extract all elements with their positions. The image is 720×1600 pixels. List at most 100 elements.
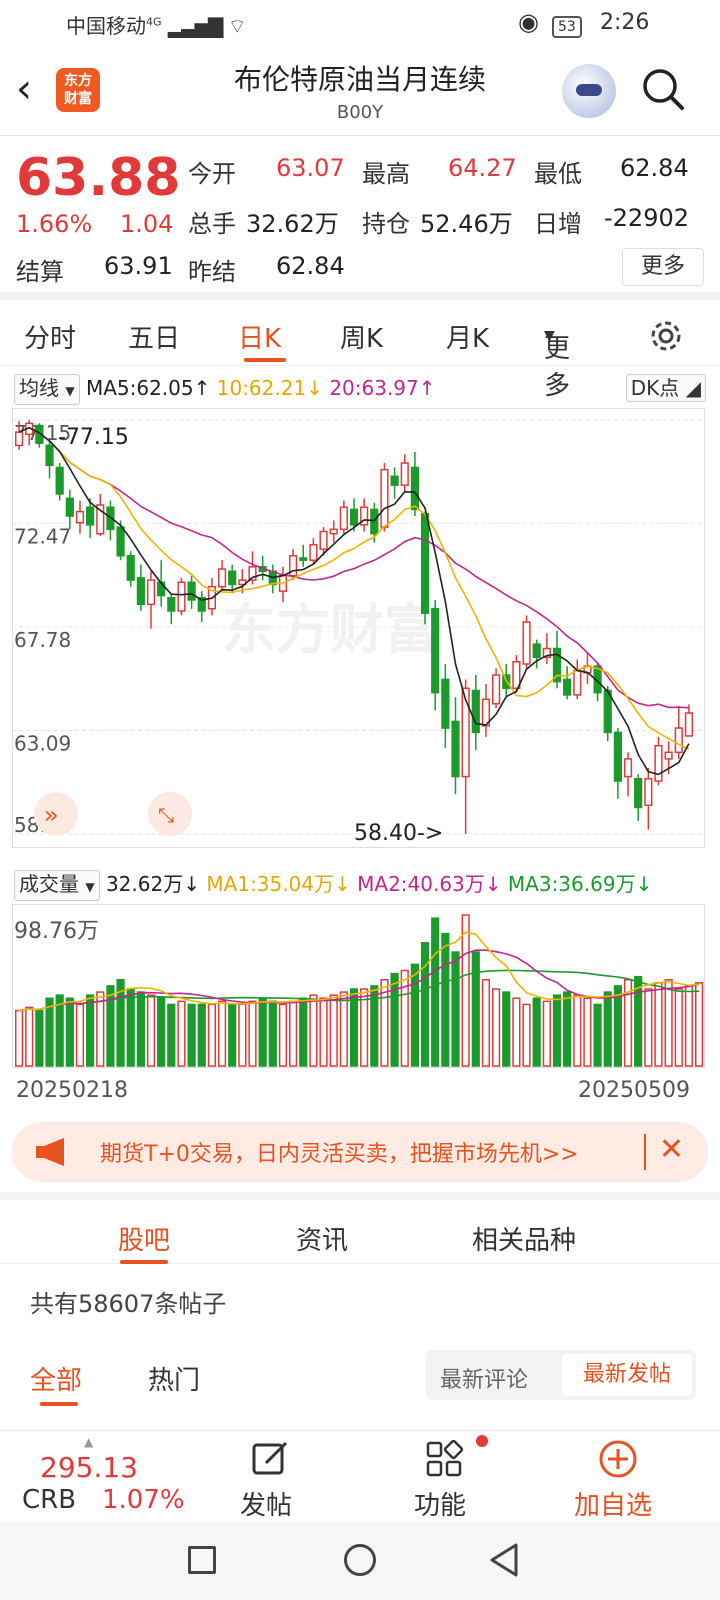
- volume-bar: [278, 1003, 288, 1067]
- banner-divider: [644, 1134, 646, 1170]
- volume-bar: [400, 969, 409, 1067]
- volume-bar: [563, 991, 572, 1067]
- candle-body: [573, 669, 582, 696]
- candle-body: [217, 568, 227, 588]
- y-tick-label: 72.47: [14, 524, 71, 548]
- volume-bar: [552, 994, 562, 1067]
- vol-ma2: MA2:40.63万↓: [357, 872, 502, 896]
- candle-body: [126, 555, 135, 581]
- tab-five-day[interactable]: 五日: [128, 318, 180, 355]
- community-tabs: 股吧 资讯 相关品种: [0, 1192, 720, 1264]
- more-button[interactable]: 更多: [622, 248, 704, 286]
- volume-bar: [25, 1006, 34, 1067]
- tab-related[interactable]: 相关品种: [472, 1220, 576, 1257]
- bottom-bar: ▲ 295.13 CRB 1.07% 发帖 功能 加自选: [0, 1430, 720, 1522]
- candle-body: [512, 661, 521, 690]
- tab-monthly-k[interactable]: 月K: [446, 318, 489, 355]
- volume-bar: [55, 994, 64, 1067]
- volume-bar: [157, 997, 166, 1067]
- clock: 2:26: [600, 10, 650, 35]
- candle-body: [86, 506, 95, 526]
- candle-body: [299, 557, 308, 561]
- recent-apps-icon[interactable]: [188, 1546, 216, 1574]
- volume-value: 32.62万: [246, 210, 339, 238]
- promo-banner[interactable]: 期货T+0交易，日内灵活买卖，把握市场先机>> ✕: [12, 1122, 708, 1182]
- volume-bar: [603, 991, 612, 1067]
- search-icon[interactable]: [640, 66, 686, 112]
- dropdown-arrow-icon: ▼: [65, 384, 75, 398]
- index-percent[interactable]: 1.07%: [102, 1485, 185, 1515]
- y-tick-label: 63.09: [14, 731, 71, 755]
- volume-bar: [228, 1003, 237, 1067]
- end-date: 20250509: [578, 1078, 690, 1103]
- battery-icon: 53: [552, 12, 588, 38]
- tab-guba[interactable]: 股吧: [118, 1220, 170, 1257]
- volume-label: 总手: [188, 210, 236, 238]
- candle-body: [420, 513, 430, 614]
- candle-body: [228, 570, 237, 586]
- back-nav-icon[interactable]: [488, 1542, 520, 1578]
- candle-body: [65, 497, 74, 517]
- filter-hot[interactable]: 热门: [148, 1360, 200, 1397]
- settle-label: 结算: [16, 258, 64, 286]
- volume-bar: [258, 997, 267, 1067]
- tab-intraday[interactable]: 分时: [24, 318, 76, 355]
- wifi-icon: ⌔: [227, 14, 247, 38]
- daily-increase-label: 日增: [534, 210, 582, 238]
- low-value: 62.84: [620, 154, 689, 182]
- volume-bar: [634, 975, 643, 1067]
- sort-latest-post[interactable]: 最新发帖: [562, 1354, 692, 1396]
- function-button[interactable]: 功能: [414, 1485, 466, 1522]
- change-percent: 1.66%: [16, 210, 93, 238]
- high-label: 最高: [362, 160, 410, 188]
- candle-body: [349, 508, 359, 526]
- system-nav-bar: [0, 1522, 720, 1600]
- close-icon[interactable]: ✕: [659, 1132, 684, 1167]
- volume-bar: [207, 1003, 217, 1067]
- ma-legend-row: 均线 ▼ MA5:62.05↑ 10:62.21↓ 20:63.97↑ DK点 …: [14, 374, 706, 405]
- volume-max-label: 98.76万: [14, 919, 99, 944]
- function-grid-icon[interactable]: [424, 1439, 464, 1479]
- tab-news[interactable]: 资讯: [296, 1220, 348, 1257]
- volume-bar: [146, 994, 156, 1067]
- home-icon[interactable]: [344, 1544, 376, 1576]
- double-chevron-icon: »: [44, 801, 59, 829]
- volume-bar: [96, 991, 105, 1067]
- volume-bar: [177, 1000, 186, 1067]
- index-name[interactable]: CRB: [22, 1485, 76, 1515]
- sort-latest-comment[interactable]: 最新评论: [440, 1362, 528, 1394]
- add-watchlist-button[interactable]: 加自选: [574, 1485, 652, 1522]
- edit-post-icon[interactable]: [250, 1439, 290, 1479]
- add-watchlist-icon[interactable]: [598, 1439, 638, 1479]
- volume-bar: [14, 1009, 24, 1067]
- prev-settle-value: 62.84: [276, 252, 345, 280]
- watermark-text: 东方财富: [222, 598, 438, 661]
- tab-daily-k[interactable]: 日K: [238, 318, 281, 355]
- candle-body: [613, 731, 622, 782]
- volume-chart[interactable]: 98.76万: [12, 904, 708, 1068]
- candlestick-chart[interactable]: 77.1572.4767.7863.0958.40东方财富-77.1558.40…: [12, 408, 708, 848]
- settings-gear-icon[interactable]: [648, 318, 684, 354]
- open-interest-value: 52.46万: [420, 210, 513, 238]
- active-tab-indicator: [120, 1260, 168, 1264]
- volume-bar: [238, 1003, 247, 1067]
- candle-body: [522, 621, 531, 665]
- post-button[interactable]: 发帖: [240, 1485, 292, 1522]
- volume-bar: [664, 979, 673, 1067]
- volume-bar: [339, 991, 348, 1067]
- open-interest-label: 持仓: [362, 210, 410, 238]
- assistant-robot-icon[interactable]: [562, 64, 616, 118]
- index-value[interactable]: 295.13: [40, 1451, 138, 1484]
- high-value: 64.27: [448, 154, 517, 182]
- candle-body: [75, 510, 85, 524]
- volume-bar: [187, 1003, 196, 1067]
- volume-bar: [106, 985, 115, 1067]
- dropdown-arrow-icon: ▼: [85, 880, 95, 894]
- volume-indicator-selector[interactable]: 成交量 ▼: [14, 870, 100, 901]
- filter-all[interactable]: 全部: [30, 1360, 82, 1397]
- dk-point-button[interactable]: DK点 ◢: [625, 374, 706, 402]
- volume-bar: [593, 1003, 602, 1067]
- tab-weekly-k[interactable]: 周K: [340, 318, 383, 355]
- volume-bar: [360, 988, 369, 1067]
- indicator-selector[interactable]: 均线 ▼: [14, 374, 80, 405]
